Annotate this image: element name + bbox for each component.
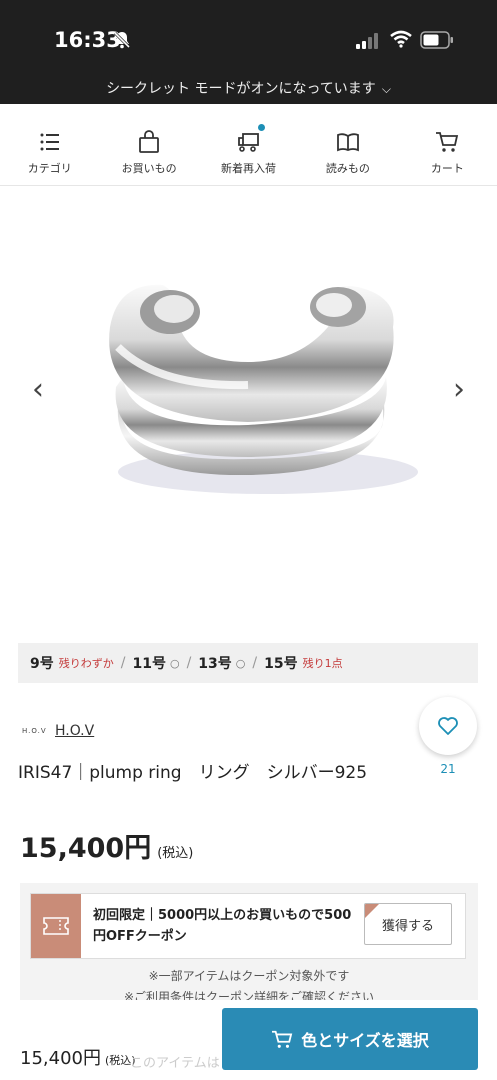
stock-status: ○ [169, 656, 180, 670]
truck-icon [237, 133, 259, 152]
status-time: 16:33 [54, 28, 121, 52]
favorite-button[interactable] [419, 697, 477, 755]
bag-icon [139, 130, 160, 153]
nav-item-label: 新着再入荷 [221, 162, 277, 175]
nav-item-label: カート [430, 162, 464, 175]
select-button-label: 色とサイズを選択 [301, 1031, 429, 1050]
get-coupon-label: 獲得する [381, 918, 434, 934]
nav-item-category[interactable]: カテゴリ [0, 114, 99, 185]
select-color-size-button[interactable]: 色とサイズを選択 [222, 1008, 478, 1070]
stock-status: ○ [235, 656, 246, 670]
size-label: 15号 [264, 656, 298, 672]
brand-link[interactable]: H.O.V [55, 723, 94, 739]
cart-icon [272, 1030, 293, 1048]
brand-logo: H.O.V [22, 727, 47, 735]
nav-item-label: 読みもの [325, 162, 370, 175]
chevron-down-icon: ⌵ [381, 82, 391, 96]
wifi-icon [390, 30, 412, 48]
product-image-gallery[interactable]: ‹ › [0, 187, 497, 637]
product-image-ring [109, 284, 418, 494]
favorite-count: 21 [440, 762, 456, 776]
coupon-card: 初回限定｜5000円以上のお買いもので500円OFFクーポン 獲得する [30, 893, 466, 959]
divider: / [186, 655, 192, 671]
size-label: 11号 [132, 656, 166, 672]
chevron-right-icon[interactable]: › [453, 372, 465, 407]
obscured-text: このアイテムは [130, 1056, 220, 1071]
coupon-note[interactable]: ※ご利用条件はクーポン詳細をご確認ください [20, 988, 478, 1000]
stock-status: 残り1点 [302, 657, 343, 670]
price-value: 15,400円 [20, 833, 152, 864]
coupon-section: 初回限定｜5000円以上のお買いもので500円OFFクーポン 獲得する ※一部ア… [20, 883, 478, 1003]
nav-item-new-arrivals[interactable]: 新着再入荷 [199, 114, 298, 185]
bottom-price: 15,400円 (税込) [20, 1044, 136, 1070]
ticket-icon [31, 894, 81, 958]
nav-item-reading[interactable]: 読みもの [298, 114, 397, 185]
get-coupon-button[interactable]: 獲得する [364, 903, 452, 945]
secret-mode-banner[interactable]: シークレット モードがオンになっています ⌵ [0, 78, 497, 98]
size-label: 9号 [30, 656, 54, 672]
nav-item-label: カテゴリ [27, 162, 72, 175]
top-nav: カテゴリ お買いもの 新着再入荷 読みもの カート [0, 114, 497, 186]
divider: / [252, 655, 258, 671]
nav-item-shopping[interactable]: お買いもの [99, 114, 198, 185]
list-icon [40, 133, 59, 151]
nav-item-cart[interactable]: カート [398, 114, 497, 185]
divider: / [120, 655, 126, 671]
cart-icon [436, 132, 459, 152]
book-icon [337, 133, 359, 152]
secret-mode-text: シークレット モードがオンになっています [106, 81, 376, 97]
size-stock-bar[interactable]: 9号 残りわずか / 11号 ○ / 13号 ○ / 15号 残り1点 [18, 643, 478, 683]
corner-ribbon [365, 904, 379, 918]
stock-status: 残りわずか [58, 657, 114, 670]
bell-slash-icon [113, 31, 131, 49]
signal-icon [356, 33, 378, 49]
heart-icon [438, 717, 458, 735]
size-label: 13号 [198, 656, 232, 672]
battery-icon [420, 31, 453, 49]
product-price: 15,400円 (税込) [20, 826, 193, 865]
tax-label: (税込) [157, 846, 194, 861]
chevron-left-icon[interactable]: ‹ [32, 372, 44, 407]
coupon-text: 初回限定｜5000円以上のお買いもので500円OFFクーポン [93, 908, 352, 944]
price-value: 15,400円 [20, 1048, 101, 1069]
new-badge-dot [258, 124, 266, 131]
nav-item-label: お買いもの [121, 162, 177, 175]
status-bar: 16:33 シークレット モードがオンになっています ⌵ [0, 0, 497, 104]
bottom-action-bar: 15,400円 (税込) このアイテムは 色とサイズを選択 [0, 1000, 497, 1080]
coupon-note: ※一部アイテムはクーポン対象外です [148, 969, 350, 983]
product-title: IRIS47｜plump ring リング シルバー925 [18, 763, 368, 783]
